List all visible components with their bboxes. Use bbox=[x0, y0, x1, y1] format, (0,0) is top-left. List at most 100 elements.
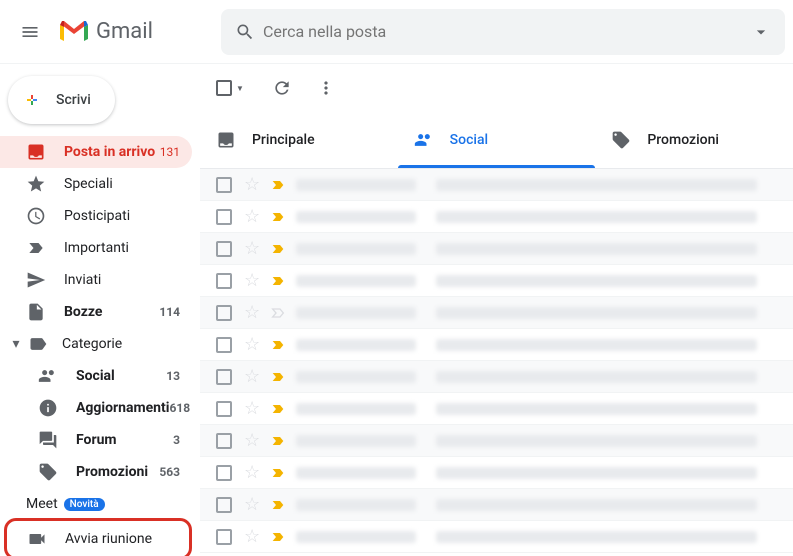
row-checkbox[interactable] bbox=[216, 241, 232, 257]
tag-icon bbox=[611, 130, 631, 150]
mail-row[interactable]: ☆ bbox=[200, 521, 793, 553]
row-checkbox[interactable] bbox=[216, 433, 232, 449]
star-icon[interactable]: ☆ bbox=[244, 430, 260, 451]
sidebar-item-social[interactable]: Social 13 bbox=[0, 360, 192, 392]
sidebar-item-forums[interactable]: Forum 3 bbox=[0, 424, 192, 456]
refresh-button[interactable] bbox=[264, 70, 300, 106]
row-checkbox[interactable] bbox=[216, 401, 232, 417]
nav-count: 114 bbox=[159, 305, 180, 319]
subject-blur bbox=[436, 467, 757, 479]
nav-label: Bozze bbox=[64, 304, 159, 320]
sender-blur bbox=[296, 499, 416, 511]
mail-row[interactable]: ☆ bbox=[200, 201, 793, 233]
star-icon[interactable]: ☆ bbox=[244, 270, 260, 291]
tab-label: Principale bbox=[252, 132, 315, 148]
important-marker-icon[interactable] bbox=[270, 497, 286, 513]
row-checkbox[interactable] bbox=[216, 369, 232, 385]
compose-button[interactable]: Scrivi bbox=[8, 76, 115, 124]
inbox-icon bbox=[216, 130, 236, 150]
star-icon[interactable]: ☆ bbox=[244, 398, 260, 419]
nav-count: 618 bbox=[169, 401, 190, 415]
sender-blur bbox=[296, 179, 416, 191]
star-icon[interactable]: ☆ bbox=[244, 334, 260, 355]
subject-blur bbox=[436, 531, 757, 543]
meet-label: Meet bbox=[26, 496, 58, 512]
app-header: Gmail bbox=[0, 0, 793, 64]
important-marker-icon[interactable] bbox=[270, 209, 286, 225]
star-icon[interactable]: ☆ bbox=[244, 462, 260, 483]
row-checkbox[interactable] bbox=[216, 305, 232, 321]
row-checkbox[interactable] bbox=[216, 209, 232, 225]
search-input[interactable] bbox=[263, 22, 743, 41]
sidebar-item-snoozed[interactable]: Posticipati bbox=[0, 200, 192, 232]
row-checkbox[interactable] bbox=[216, 337, 232, 353]
mail-row[interactable]: ☆ bbox=[200, 329, 793, 361]
mail-row[interactable]: ☆ bbox=[200, 393, 793, 425]
star-icon[interactable]: ☆ bbox=[244, 238, 260, 259]
nav-count: 563 bbox=[159, 465, 180, 479]
sidebar-categories-toggle[interactable]: ▾ Categorie bbox=[0, 328, 200, 360]
inbox-icon bbox=[26, 142, 46, 162]
row-checkbox[interactable] bbox=[216, 465, 232, 481]
row-checkbox[interactable] bbox=[216, 497, 232, 513]
mail-row[interactable]: ☆ bbox=[200, 425, 793, 457]
important-marker-icon[interactable] bbox=[270, 433, 286, 449]
important-marker-icon[interactable] bbox=[270, 337, 286, 353]
new-badge: Novità bbox=[64, 498, 105, 511]
sender-blur bbox=[296, 371, 416, 383]
gmail-logo[interactable]: Gmail bbox=[52, 19, 161, 44]
tab-social[interactable]: Social bbox=[398, 112, 596, 168]
important-marker-icon[interactable] bbox=[270, 177, 286, 193]
important-marker-icon[interactable] bbox=[270, 273, 286, 289]
sidebar-item-updates[interactable]: Aggiornamenti 618 bbox=[0, 392, 192, 424]
mail-row[interactable]: ☆ bbox=[200, 297, 793, 329]
row-checkbox[interactable] bbox=[216, 177, 232, 193]
star-icon[interactable]: ☆ bbox=[244, 366, 260, 387]
people-icon bbox=[38, 366, 58, 386]
star-icon[interactable]: ☆ bbox=[244, 206, 260, 227]
sidebar-item-drafts[interactable]: Bozze 114 bbox=[0, 296, 192, 328]
info-icon bbox=[38, 398, 58, 418]
sidebar-item-sent[interactable]: Inviati bbox=[0, 264, 192, 296]
search-options-icon[interactable] bbox=[743, 14, 779, 50]
compose-label: Scrivi bbox=[56, 92, 91, 108]
main-menu-icon[interactable] bbox=[8, 10, 52, 54]
select-all-checkbox[interactable]: ▼ bbox=[216, 80, 244, 96]
tab-primary[interactable]: Principale bbox=[200, 112, 398, 168]
mail-row[interactable]: ☆ bbox=[200, 169, 793, 201]
sender-blur bbox=[296, 339, 416, 351]
sidebar-item-inbox[interactable]: Posta in arrivo 131 bbox=[0, 136, 192, 168]
search-bar[interactable] bbox=[221, 9, 785, 55]
sidebar-item-important[interactable]: Importanti bbox=[0, 232, 192, 264]
mail-row[interactable]: ☆ bbox=[200, 361, 793, 393]
caret-down-icon[interactable]: ▼ bbox=[236, 84, 244, 93]
important-marker-icon[interactable] bbox=[270, 241, 286, 257]
star-icon[interactable]: ☆ bbox=[244, 494, 260, 515]
star-icon[interactable]: ☆ bbox=[244, 526, 260, 547]
important-marker-icon[interactable] bbox=[270, 305, 286, 321]
row-checkbox[interactable] bbox=[216, 273, 232, 289]
more-button[interactable] bbox=[308, 70, 344, 106]
important-marker-icon[interactable] bbox=[270, 529, 286, 545]
important-marker-icon[interactable] bbox=[270, 465, 286, 481]
nav-label: Forum bbox=[76, 432, 173, 448]
star-icon[interactable]: ☆ bbox=[244, 174, 260, 195]
star-icon[interactable]: ☆ bbox=[244, 302, 260, 323]
search-icon[interactable] bbox=[227, 14, 263, 50]
mail-row[interactable]: ☆ bbox=[200, 265, 793, 297]
important-marker-icon[interactable] bbox=[270, 401, 286, 417]
important-marker-icon[interactable] bbox=[270, 369, 286, 385]
sender-blur bbox=[296, 211, 416, 223]
sender-blur bbox=[296, 307, 416, 319]
mail-row[interactable]: ☆ bbox=[200, 489, 793, 521]
sender-blur bbox=[296, 531, 416, 543]
send-icon bbox=[26, 270, 46, 290]
sidebar-item-promotions[interactable]: Promozioni 563 bbox=[0, 456, 192, 488]
sidebar-item-starred[interactable]: Speciali bbox=[0, 168, 192, 200]
meet-start-button[interactable]: Avvia riunione bbox=[7, 523, 189, 555]
mail-row[interactable]: ☆ bbox=[200, 457, 793, 489]
sender-blur bbox=[296, 403, 416, 415]
row-checkbox[interactable] bbox=[216, 529, 232, 545]
mail-row[interactable]: ☆ bbox=[200, 233, 793, 265]
tab-promotions[interactable]: Promozioni bbox=[595, 112, 793, 168]
